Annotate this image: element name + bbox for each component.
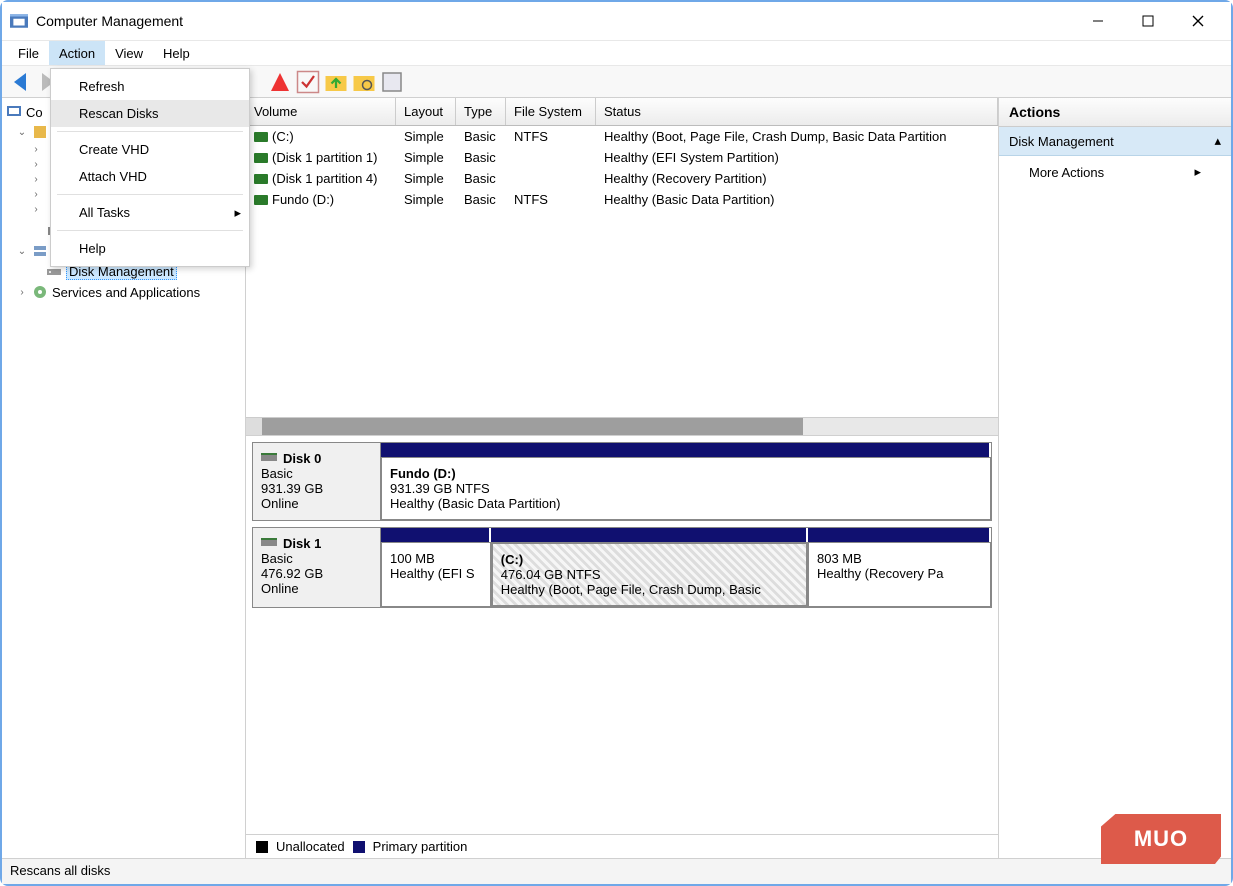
actions-title: Actions <box>999 98 1231 127</box>
partition-status: Healthy (Basic Data Partition) <box>390 496 982 511</box>
back-button[interactable] <box>8 70 32 94</box>
legend-primary-swatch <box>353 841 365 853</box>
partition-size: 931.39 GB NTFS <box>390 481 982 496</box>
volume-row[interactable]: (Disk 1 partition 1)SimpleBasicHealthy (… <box>246 147 998 168</box>
maximize-button[interactable] <box>1123 2 1173 40</box>
actions-more-actions[interactable]: More Actions▸ <box>999 156 1231 188</box>
close-button[interactable] <box>1173 2 1223 40</box>
disk-state: Online <box>261 581 372 596</box>
checklist-icon[interactable] <box>296 70 320 94</box>
col-volume[interactable]: Volume <box>246 98 396 125</box>
legend-unallocated-label: Unallocated <box>276 839 345 854</box>
volume-icon <box>254 195 268 205</box>
menu-refresh[interactable]: Refresh <box>51 73 249 100</box>
disk-type: Basic <box>261 551 372 566</box>
horizontal-scrollbar[interactable] <box>246 417 998 435</box>
volume-icon <box>254 153 268 163</box>
partition-size: 476.04 GB NTFS <box>501 567 798 582</box>
computer-icon <box>6 104 22 120</box>
actions-section-disk-management[interactable]: Disk Management▴ <box>999 127 1231 156</box>
folder-search-icon[interactable] <box>352 70 376 94</box>
col-filesystem[interactable]: File System <box>506 98 596 125</box>
status-text: Rescans all disks <box>10 863 110 878</box>
partition-box-selected[interactable]: (C:) 476.04 GB NTFS Healthy (Boot, Page … <box>491 542 808 607</box>
menu-view[interactable]: View <box>105 41 153 65</box>
disk-icon <box>261 536 277 551</box>
legend-primary-label: Primary partition <box>373 839 468 854</box>
volume-list-header: Volume Layout Type File System Status <box>246 98 998 126</box>
submenu-arrow-icon: ▸ <box>1194 164 1201 180</box>
col-layout[interactable]: Layout <box>396 98 456 125</box>
col-type[interactable]: Type <box>456 98 506 125</box>
disk-size: 931.39 GB <box>261 481 372 496</box>
disk-state: Online <box>261 496 372 511</box>
volume-row[interactable]: (C:)SimpleBasicNTFSHealthy (Boot, Page F… <box>246 126 998 147</box>
volume-list: (C:)SimpleBasicNTFSHealthy (Boot, Page F… <box>246 126 998 436</box>
menu-rescan-disks[interactable]: Rescan Disks <box>51 100 249 127</box>
disk-header[interactable]: Disk 1 Basic 476.92 GB Online <box>253 528 381 607</box>
disk-row: Disk 0 Basic 931.39 GB Online Fundo (D:)… <box>252 442 992 521</box>
partition-status: Healthy (Boot, Page File, Crash Dump, Ba… <box>501 582 798 597</box>
folder-up-icon[interactable] <box>324 70 348 94</box>
volume-row[interactable]: (Disk 1 partition 4)SimpleBasicHealthy (… <box>246 168 998 189</box>
muo-badge: MUO <box>1101 814 1221 864</box>
partition-status: Healthy (EFI S <box>390 566 482 581</box>
menu-help-item[interactable]: Help <box>51 235 249 262</box>
menu-bar: File Action View Help <box>2 40 1231 66</box>
menu-file[interactable]: File <box>8 41 49 65</box>
partition-size: 100 MB <box>390 551 482 566</box>
tools-icon <box>32 124 48 140</box>
disk-row: Disk 1 Basic 476.92 GB Online 100 MB Hea… <box>252 527 992 608</box>
tree-services-apps[interactable]: ›Services and Applications <box>2 282 245 302</box>
partition-box[interactable]: Fundo (D:) 931.39 GB NTFS Healthy (Basic… <box>381 457 991 520</box>
volume-icon <box>254 174 268 184</box>
properties-icon[interactable] <box>380 70 404 94</box>
disk-graphical-view: Disk 0 Basic 931.39 GB Online Fundo (D:)… <box>246 436 998 834</box>
collapse-icon: ▴ <box>1214 133 1221 149</box>
menu-separator <box>57 194 243 195</box>
menu-action[interactable]: Action <box>49 41 105 65</box>
disk-type: Basic <box>261 466 372 481</box>
storage-icon <box>32 243 48 259</box>
partition-status: Healthy (Recovery Pa <box>817 566 982 581</box>
legend-unallocated-swatch <box>256 841 268 853</box>
volume-row[interactable]: Fundo (D:)SimpleBasicNTFSHealthy (Basic … <box>246 189 998 210</box>
minimize-button[interactable] <box>1073 2 1123 40</box>
partition-label: (C:) <box>501 552 798 567</box>
services-icon <box>32 284 48 300</box>
action-dropdown: Refresh Rescan Disks Create VHD Attach V… <box>50 68 250 267</box>
menu-create-vhd[interactable]: Create VHD <box>51 136 249 163</box>
actions-pane: Actions Disk Management▴ More Actions▸ <box>999 98 1231 858</box>
app-icon <box>10 12 28 30</box>
partition-size: 803 MB <box>817 551 982 566</box>
partition-box[interactable]: 803 MB Healthy (Recovery Pa <box>808 542 991 607</box>
main-content: Volume Layout Type File System Status (C… <box>246 98 999 858</box>
disk-size: 476.92 GB <box>261 566 372 581</box>
menu-separator <box>57 131 243 132</box>
menu-attach-vhd[interactable]: Attach VHD <box>51 163 249 190</box>
status-bar: Rescans all disks <box>2 858 1231 884</box>
submenu-arrow-icon: ▸ <box>234 205 241 221</box>
partition-label: Fundo (D:) <box>390 466 982 481</box>
partition-box[interactable]: 100 MB Healthy (EFI S <box>381 542 491 607</box>
menu-all-tasks[interactable]: All Tasks▸ <box>51 199 249 226</box>
disk-header[interactable]: Disk 0 Basic 931.39 GB Online <box>253 443 381 520</box>
legend: Unallocated Primary partition <box>246 834 998 858</box>
disk-icon <box>261 451 277 466</box>
col-status[interactable]: Status <box>596 98 998 125</box>
red-action-icon[interactable] <box>268 70 292 94</box>
title-bar: Computer Management <box>2 2 1231 40</box>
menu-help[interactable]: Help <box>153 41 200 65</box>
volume-icon <box>254 132 268 142</box>
menu-separator <box>57 230 243 231</box>
window-title: Computer Management <box>36 13 1073 29</box>
